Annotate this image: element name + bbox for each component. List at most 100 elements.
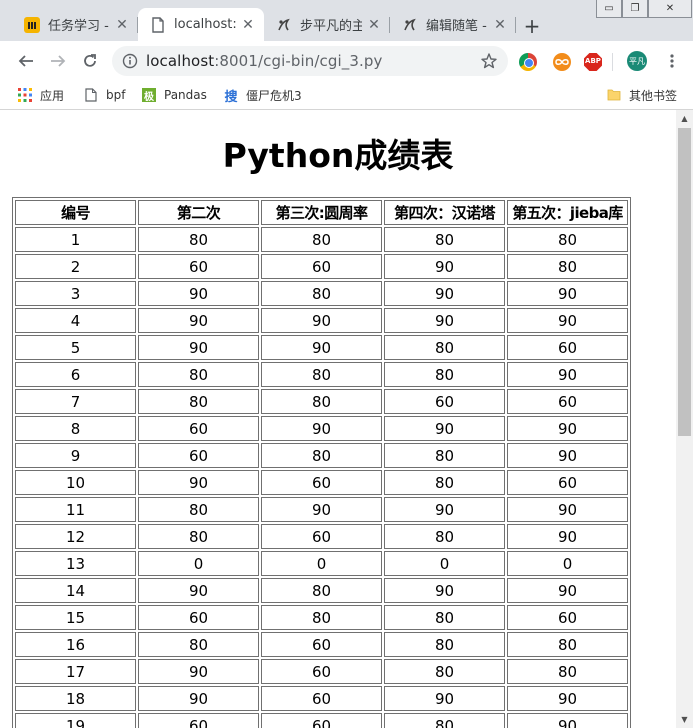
infinity-icon[interactable] (553, 53, 571, 71)
bookmark-other[interactable]: 其他书签 (607, 86, 677, 104)
score-cell: 90 (384, 254, 505, 279)
row-number-cell: 2 (15, 254, 136, 279)
profile-avatar[interactable]: 平凡 (627, 51, 647, 71)
table-row: 1 80 80 80 80 (15, 227, 628, 252)
score-cell: 80 (138, 524, 259, 549)
row-number-cell: 19 (15, 713, 136, 728)
tab-close-icon[interactable]: ✕ (492, 17, 508, 33)
table-row: 6 80 80 80 90 (15, 362, 628, 387)
score-cell: 90 (507, 281, 628, 306)
bookmarks-bar: 应用 bpf 极 Pandas 搜 僵尸危机3 其他书签 (0, 81, 693, 110)
score-cell: 90 (138, 308, 259, 333)
score-cell: 0 (261, 551, 382, 576)
score-cell: 60 (138, 254, 259, 279)
minimize-button[interactable]: ▭ (596, 0, 622, 18)
table-row: 7 80 80 60 60 (15, 389, 628, 414)
score-cell: 80 (138, 362, 259, 387)
bookmark-bpf[interactable]: bpf (84, 86, 125, 104)
reload-button[interactable] (78, 49, 102, 73)
bookmark-zombie[interactable]: 搜 僵尸危机3 (224, 86, 301, 105)
row-number-cell: 7 (15, 389, 136, 414)
score-cell: 60 (138, 605, 259, 630)
profile-label: 平凡 (629, 56, 645, 66)
row-number-cell: 12 (15, 524, 136, 549)
score-cell: 90 (384, 578, 505, 603)
bookmark-apps[interactable]: 应用 (18, 86, 64, 104)
score-cell: 90 (384, 497, 505, 522)
table-row: 3 90 80 90 90 (15, 281, 628, 306)
bookmark-star-icon[interactable] (480, 52, 498, 70)
score-cell: 80 (261, 281, 382, 306)
score-cell: 80 (384, 524, 505, 549)
forward-button[interactable] (46, 49, 70, 73)
browser-toolbar: localhost:8001/cgi-bin/cgi_3.py ABP 平凡 (0, 41, 693, 81)
bookmark-label: 其他书签 (628, 88, 677, 103)
url-text: localhost:8001/cgi-bin/cgi_3.py (146, 52, 382, 70)
vertical-scrollbar[interactable]: ▲ ▼ (676, 110, 693, 728)
tab-close-icon[interactable]: ✕ (114, 17, 130, 33)
tab-title: 任务学习 - (48, 19, 109, 34)
table-row: 17 90 60 80 80 (15, 659, 628, 684)
info-icon[interactable] (122, 53, 138, 69)
score-cell: 90 (384, 416, 505, 441)
scroll-down-arrow-icon[interactable]: ▼ (676, 711, 693, 728)
score-cell: 90 (261, 335, 382, 360)
column-header: 第四次：汉诺塔 (384, 200, 505, 225)
window-close-button[interactable]: ✕ (648, 0, 692, 18)
score-cell: 90 (261, 416, 382, 441)
score-cell: 90 (138, 470, 259, 495)
score-cell: 80 (261, 578, 382, 603)
new-tab-button[interactable]: + (520, 14, 544, 38)
page-icon (84, 88, 98, 102)
score-cell: 80 (138, 227, 259, 252)
row-number-cell: 3 (15, 281, 136, 306)
restore-button[interactable]: ❐ (622, 0, 648, 18)
tab-close-icon[interactable]: ✕ (240, 17, 256, 33)
table-row: 2 60 60 90 80 (15, 254, 628, 279)
table-row: 15 60 80 80 60 (15, 605, 628, 630)
tab-cnblogs-home[interactable]: 步平凡的主 ✕ (264, 8, 390, 41)
score-cell: 80 (138, 389, 259, 414)
score-cell: 60 (507, 335, 628, 360)
menu-button[interactable] (660, 49, 684, 73)
address-bar[interactable]: localhost:8001/cgi-bin/cgi_3.py (112, 46, 508, 76)
tab-cnblogs-edit[interactable]: 编辑随笔 - ✕ (390, 8, 516, 41)
score-cell: 60 (261, 632, 382, 657)
window-controls: ▭ ❐ ✕ (596, 0, 692, 18)
score-cell: 80 (384, 605, 505, 630)
score-cell: 80 (384, 335, 505, 360)
column-header: 第三次:圆周率 (261, 200, 382, 225)
score-cell: 80 (384, 470, 505, 495)
row-number-cell: 6 (15, 362, 136, 387)
adblock-icon[interactable]: ABP (584, 53, 602, 71)
tab-localhost[interactable]: localhost:8 ✕ (138, 8, 264, 41)
bookmark-pandas[interactable]: 极 Pandas (142, 86, 207, 104)
tab-mooc[interactable]: 任务学习 - ✕ (12, 8, 138, 41)
scrollbar-thumb[interactable] (678, 128, 691, 436)
score-cell: 60 (261, 713, 382, 728)
table-row: 4 90 90 90 90 (15, 308, 628, 333)
row-number-cell: 8 (15, 416, 136, 441)
scroll-up-arrow-icon[interactable]: ▲ (676, 110, 693, 127)
row-number-cell: 15 (15, 605, 136, 630)
score-cell: 90 (507, 416, 628, 441)
tab-close-icon[interactable]: ✕ (366, 17, 382, 33)
score-cell: 90 (507, 497, 628, 522)
chrome-icon[interactable] (519, 53, 537, 71)
tab-title: 步平凡的主 (300, 19, 362, 34)
score-cell: 90 (384, 686, 505, 711)
score-cell: 60 (261, 254, 382, 279)
cnblogs-icon (276, 17, 292, 33)
folder-icon (607, 88, 621, 102)
back-arrow-icon (18, 55, 33, 67)
adblock-label: ABP (585, 57, 601, 65)
page-title: Python成绩表 (222, 136, 454, 175)
back-button[interactable] (14, 49, 38, 73)
score-cell: 80 (261, 389, 382, 414)
bookmark-label: 应用 (40, 88, 65, 103)
score-cell: 90 (261, 497, 382, 522)
page-icon (150, 16, 166, 33)
scores-table: 编号 第二次 第三次:圆周率 第四次：汉诺塔 第五次：jieba库 1 80 80 8… (12, 197, 631, 728)
chrome-icon-center (524, 58, 534, 68)
column-header: 第五次：jieba库 (507, 200, 628, 225)
